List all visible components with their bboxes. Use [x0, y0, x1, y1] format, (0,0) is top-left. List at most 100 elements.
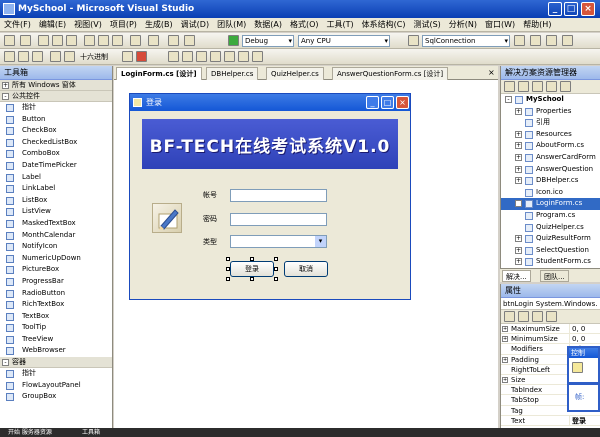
- form-title-bar[interactable]: 登录 _ □ ×: [130, 94, 410, 111]
- toolbox-item[interactable]: FlowLayoutPanel: [0, 380, 112, 392]
- step-into-icon[interactable]: [50, 51, 61, 62]
- collapse-icon[interactable]: -: [2, 93, 9, 100]
- toolbox-item[interactable]: DateTimePicker: [0, 160, 112, 172]
- refresh-icon[interactable]: [532, 81, 543, 92]
- solution-explorer-icon[interactable]: [530, 35, 541, 46]
- properties-icon[interactable]: [504, 81, 515, 92]
- menu-help[interactable]: 帮助(H): [519, 18, 555, 32]
- property-value[interactable]: 0, 0: [569, 324, 600, 334]
- toolbox-item[interactable]: 指针: [0, 368, 112, 380]
- toolbox-item[interactable]: MonthCalendar: [0, 230, 112, 242]
- undo-icon[interactable]: [130, 35, 141, 46]
- expand-icon[interactable]: +: [502, 356, 508, 363]
- stop-icon[interactable]: [136, 51, 147, 62]
- toolbox-item[interactable]: TextBox: [0, 311, 112, 323]
- play-icon[interactable]: [572, 362, 583, 373]
- tree-item[interactable]: + AnswerCardForm: [501, 152, 600, 164]
- password-input[interactable]: [230, 213, 327, 226]
- toolbox-item[interactable]: ToolTip: [0, 322, 112, 334]
- expand-icon[interactable]: +: [2, 82, 9, 89]
- toolbox-item[interactable]: ListView: [0, 206, 112, 218]
- show-all-files-icon[interactable]: [518, 81, 529, 92]
- toolbox-item[interactable]: TreeView: [0, 334, 112, 346]
- tab-order-icon[interactable]: [238, 51, 249, 62]
- menu-architecture[interactable]: 体系结构(C): [358, 18, 410, 32]
- toolbox-item[interactable]: NumericUpDown: [0, 253, 112, 265]
- chevron-down-icon[interactable]: ▾: [315, 236, 326, 247]
- tree-item[interactable]: + SelectQuestion: [501, 245, 600, 257]
- menu-project[interactable]: 项目(P): [106, 18, 141, 32]
- properties-object-select[interactable]: btnLogin System.Windows.: [501, 298, 600, 310]
- alphabetical-icon[interactable]: [518, 311, 529, 322]
- toolbox-item[interactable]: NotifyIcon: [0, 241, 112, 253]
- login-form-window[interactable]: 登录 _ □ × BF-TECH在线考试系统V1.0 帐号 密码 类型 ▾ 登录…: [129, 93, 411, 300]
- toolbox-item[interactable]: ProgressBar: [0, 276, 112, 288]
- pencil-paper-icon[interactable]: [152, 203, 182, 233]
- tree-item[interactable]: + Properties: [501, 106, 600, 118]
- toolbox-item[interactable]: Button: [0, 114, 112, 126]
- tree-item[interactable]: Icon.ico: [501, 187, 600, 199]
- menu-format[interactable]: 格式(O): [286, 18, 323, 32]
- configuration-select[interactable]: Debug: [242, 35, 294, 47]
- menu-data[interactable]: 数据(A): [250, 18, 286, 32]
- tree-item[interactable]: - MySchool: [501, 94, 600, 106]
- selection-handle[interactable]: [226, 267, 230, 271]
- tab-team-explorer[interactable]: 团队...: [540, 270, 569, 282]
- minimize-button[interactable]: _: [548, 2, 562, 16]
- redo-icon[interactable]: [148, 35, 159, 46]
- find-in-files-icon[interactable]: [514, 35, 525, 46]
- toolbox-icon[interactable]: [562, 35, 573, 46]
- bring-to-front-icon[interactable]: [210, 51, 221, 62]
- lock-controls-icon[interactable]: [252, 51, 263, 62]
- add-item-icon[interactable]: [20, 35, 31, 46]
- expand-icon[interactable]: +: [502, 336, 508, 343]
- tree-item[interactable]: + AnswerQuestion: [501, 164, 600, 176]
- expand-icon[interactable]: -: [505, 96, 512, 103]
- tab-quizhelper[interactable]: QuizHelper.cs: [266, 67, 324, 80]
- menu-team[interactable]: 团队(M): [213, 18, 250, 32]
- selection-handle[interactable]: [274, 257, 278, 261]
- hex-toggle[interactable]: 十六进制: [80, 52, 108, 62]
- toolbox-item[interactable]: CheckedListBox: [0, 137, 112, 149]
- toolbox-item[interactable]: LinkLabel: [0, 183, 112, 195]
- tree-item[interactable]: 引用: [501, 117, 600, 129]
- property-row[interactable]: + MinimumSize 0, 0: [501, 334, 600, 345]
- toolbox-item[interactable]: CheckBox: [0, 125, 112, 137]
- tree-item[interactable]: + Resources: [501, 129, 600, 141]
- expand-icon[interactable]: +: [502, 326, 508, 332]
- categorized-icon[interactable]: [504, 311, 515, 322]
- toolbox-item[interactable]: 指针: [0, 102, 112, 114]
- navigate-back-icon[interactable]: [168, 35, 179, 46]
- view-designer-icon[interactable]: [560, 81, 571, 92]
- toolbox-item[interactable]: GroupBox: [0, 391, 112, 403]
- close-document-icon[interactable]: ×: [488, 68, 495, 77]
- menu-test[interactable]: 测试(S): [409, 18, 444, 32]
- toolbox-item[interactable]: RadioButton: [0, 288, 112, 300]
- selection-handle[interactable]: [226, 277, 230, 281]
- tree-item[interactable]: + StudentForm.cs: [501, 256, 600, 268]
- format-bold-icon[interactable]: [168, 51, 179, 62]
- expand-icon[interactable]: +: [515, 177, 522, 185]
- maximize-button[interactable]: □: [564, 2, 578, 16]
- start-debugging-icon[interactable]: [228, 35, 239, 46]
- menu-tools[interactable]: 工具(T): [323, 18, 358, 32]
- property-row[interactable]: + MaximumSize 0, 0: [501, 324, 600, 335]
- toolbox-item[interactable]: RichTextBox: [0, 299, 112, 311]
- menu-build[interactable]: 生成(B): [141, 18, 177, 32]
- tab-answerquestionform-design[interactable]: AnswerQuestionForm.cs [设计]: [332, 67, 449, 80]
- tree-item[interactable]: + LoginForm.cs: [501, 198, 600, 210]
- tab-solution-explorer[interactable]: 解决...: [502, 270, 531, 282]
- expand-icon[interactable]: +: [515, 142, 522, 150]
- expand-icon[interactable]: +: [515, 235, 522, 243]
- expand-icon[interactable]: +: [515, 130, 522, 138]
- selection-handle[interactable]: [274, 277, 278, 281]
- toolbox-item[interactable]: ComboBox: [0, 148, 112, 160]
- align-left-icon[interactable]: [4, 51, 15, 62]
- expand-icon[interactable]: +: [502, 376, 508, 383]
- menu-view[interactable]: 视图(V): [70, 18, 106, 32]
- selection-handle[interactable]: [250, 277, 254, 281]
- tree-item[interactable]: + DBHelper.cs: [501, 175, 600, 187]
- login-button[interactable]: 登录: [230, 261, 274, 277]
- format-underline-icon[interactable]: [196, 51, 207, 62]
- find-icon[interactable]: [408, 35, 419, 46]
